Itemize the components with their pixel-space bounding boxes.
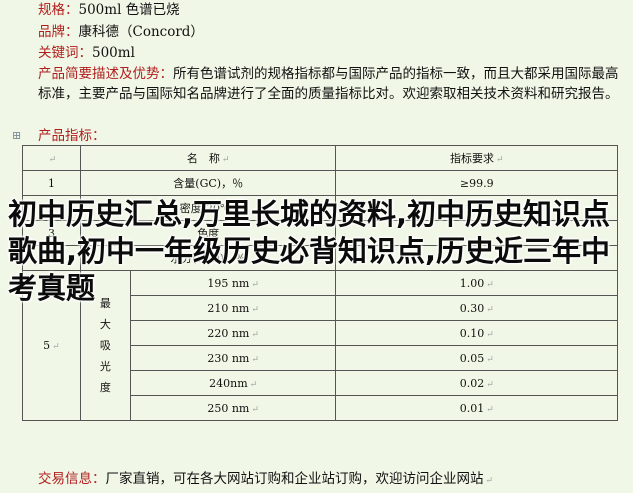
wavelength-cell: 250 nm ↵ [129,395,337,421]
spec-value: 康科德（Concord） [78,24,204,40]
wavelength-cell: 230 nm ↵ [129,345,337,371]
row-num: 1 [22,170,81,196]
product-description: 产品简要描述及优势：所有色谱试剂的规格指标都与国际产品的指标一致，而且大都采用国… [38,64,623,104]
absorbance-value-cell: 0.01 ↵ [335,395,618,421]
table-anchor-icon: ⊞ [12,129,22,142]
header-spec-cell: 指标要求 ↵ [335,145,618,171]
trade-info-label: 交易信息： [38,471,106,487]
header-name-cell: 名 称 ↵ [79,145,337,171]
absorbance-value-cell: 0.02 ↵ [335,370,618,396]
spec-line-format: 规格：500ml 色谱已烧 [38,0,180,20]
overlay-title: 初中历史汇总,万里长城的资料,初中历史知识点歌曲,初中一年级历史必背知识点,历史… [8,197,611,305]
spec-line-brand: 品牌：康科德（Concord） [38,22,204,42]
indicators-heading: 产品指标： [38,126,106,146]
absorbance-value-cell: 0.10 ↵ [335,320,618,346]
trade-info-text: 厂家直销，可在各大网站订购和企业站订购，欢迎访问企业网站 [105,471,484,487]
wavelength-cell: 240nm ↵ [129,370,337,396]
table-row: 1 含量(GC)，％ ≥99.9 [22,170,618,196]
spec-value: 500ml [92,45,135,61]
wavelength-cell: 220 nm ↵ [129,320,337,346]
table-header-row: ↵ 名 称 ↵ 指标要求 ↵ [22,145,618,171]
absorbance-value-cell: 0.05 ↵ [335,345,618,371]
row-name: 含量(GC)，％ [79,170,337,196]
description-label: 产品简要描述及优势： [38,66,173,82]
spec-label: 品牌： [38,24,79,40]
trade-info: 交易信息：厂家直销，可在各大网站订购和企业站订购，欢迎访问企业网站 ↵ [38,469,493,491]
spec-line-keyword: 关键词：500ml [38,43,135,63]
spec-value: 500ml 色谱已烧 [78,2,180,18]
row-value: ≥99.9 [335,170,618,196]
indicators-label: 产品指标： [38,128,106,144]
paragraph-mark: ↵ [485,476,494,486]
spec-label: 关键词： [38,45,92,61]
spec-label: 规格： [38,2,79,18]
header-num-cell: ↵ [22,145,81,171]
